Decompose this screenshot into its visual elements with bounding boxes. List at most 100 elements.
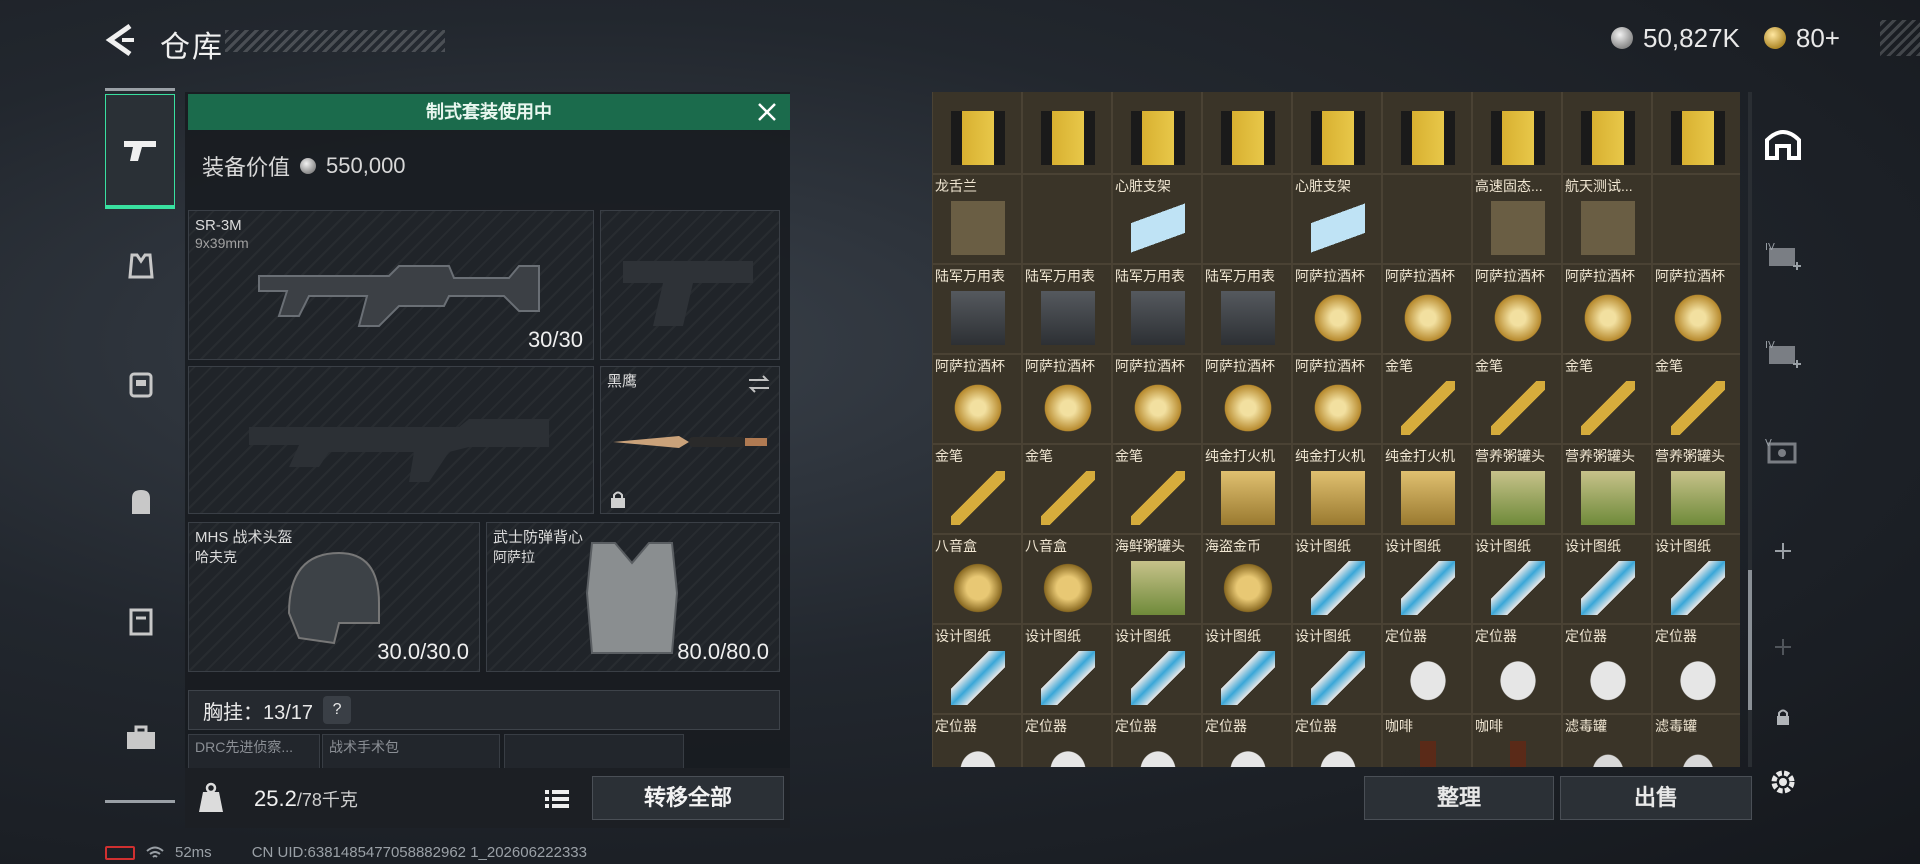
help-button[interactable]: ?: [323, 696, 352, 724]
storage-item[interactable]: 金笔: [1472, 354, 1562, 444]
storage-item[interactable]: [1112, 92, 1202, 174]
storage-item[interactable]: [1652, 174, 1740, 264]
storage-item[interactable]: 纯金打火机: [1202, 444, 1292, 534]
pistol-slot[interactable]: [600, 210, 780, 360]
back-arrow-icon[interactable]: [100, 20, 140, 60]
storage-item[interactable]: 设计图纸: [1382, 534, 1472, 624]
storage-item[interactable]: 阿萨拉酒杯: [1112, 354, 1202, 444]
sort-button[interactable]: 整理: [1364, 776, 1554, 820]
storage-item[interactable]: 设计图纸: [1652, 534, 1740, 624]
storage-item[interactable]: [1292, 92, 1382, 174]
storage-item[interactable]: 设计图纸: [1472, 534, 1562, 624]
storage-item[interactable]: 滤毒罐: [1652, 714, 1740, 767]
storage-item[interactable]: [1382, 174, 1472, 264]
storage-item[interactable]: 阿萨拉酒杯: [1202, 354, 1292, 444]
storage-item[interactable]: 设计图纸: [1292, 624, 1382, 714]
nav-backpack[interactable]: [113, 474, 169, 530]
storage-item[interactable]: 心脏支架: [1112, 174, 1202, 264]
storage-item[interactable]: 陆军万用表: [1022, 264, 1112, 354]
currency-2-value[interactable]: 80+: [1796, 23, 1840, 54]
storage-item[interactable]: 咖啡: [1472, 714, 1562, 767]
armor-slot[interactable]: 武士防弹背心 阿萨拉 80.0/80.0: [486, 522, 780, 672]
settings-button[interactable]: [1758, 757, 1808, 807]
nav-armor[interactable]: [113, 238, 169, 294]
storage-item[interactable]: 滤毒罐: [1562, 714, 1652, 767]
sell-button[interactable]: 出售: [1560, 776, 1752, 820]
storage-item[interactable]: 阿萨拉酒杯: [1562, 264, 1652, 354]
rig-item[interactable]: [504, 734, 684, 770]
storage-item[interactable]: 金笔: [932, 444, 1022, 534]
storage-item[interactable]: 设计图纸: [1022, 624, 1112, 714]
storage-item[interactable]: 纯金打火机: [1382, 444, 1472, 534]
storage-item[interactable]: 阿萨拉酒杯: [1652, 264, 1740, 354]
storage-item[interactable]: [1652, 92, 1740, 174]
storage-item[interactable]: 阿萨拉酒杯: [1472, 264, 1562, 354]
storage-item[interactable]: 阿萨拉酒杯: [1382, 264, 1472, 354]
storage-home-button[interactable]: [1758, 117, 1808, 167]
storage-item[interactable]: [1202, 174, 1292, 264]
nav-chest-rig[interactable]: [113, 356, 169, 412]
storage-item[interactable]: 定位器: [1652, 624, 1740, 714]
storage-item[interactable]: 设计图纸: [1202, 624, 1292, 714]
storage-item[interactable]: 定位器: [1292, 714, 1382, 767]
extension-slot-iv-1[interactable]: IV: [1758, 232, 1808, 282]
storage-item[interactable]: [1562, 92, 1652, 174]
storage-item[interactable]: 设计图纸: [1562, 534, 1652, 624]
chest-rig-bar[interactable]: 胸挂：13/17 ?: [188, 690, 780, 730]
storage-item[interactable]: [1022, 174, 1112, 264]
extension-slot-iv-2[interactable]: IV: [1758, 330, 1808, 380]
close-icon[interactable]: [752, 97, 782, 127]
storage-item[interactable]: 金笔: [1112, 444, 1202, 534]
storage-item[interactable]: [1472, 92, 1562, 174]
storage-item[interactable]: 金笔: [1382, 354, 1472, 444]
nav-toolbox[interactable]: [113, 710, 169, 766]
primary-weapon-slot[interactable]: SR-3M 9x39mm 30/30: [188, 210, 594, 360]
storage-item[interactable]: 定位器: [1112, 714, 1202, 767]
helmet-slot[interactable]: MHS 战术头盔 哈夫克 30.0/30.0: [188, 522, 480, 672]
swap-icon[interactable]: [747, 375, 771, 393]
storage-item[interactable]: 八音盒: [932, 534, 1022, 624]
storage-item[interactable]: 设计图纸: [1292, 534, 1382, 624]
storage-item[interactable]: 设计图纸: [932, 624, 1022, 714]
storage-item[interactable]: 陆军万用表: [1112, 264, 1202, 354]
storage-item[interactable]: 营养粥罐头: [1472, 444, 1562, 534]
storage-item[interactable]: 咖啡: [1382, 714, 1472, 767]
extension-slot-v[interactable]: V: [1758, 428, 1808, 478]
rig-item[interactable]: 战术手术包: [322, 734, 500, 770]
storage-item[interactable]: [932, 92, 1022, 174]
storage-item[interactable]: 设计图纸: [1112, 624, 1202, 714]
list-icon[interactable]: [540, 782, 574, 816]
rig-item[interactable]: DRC先进侦察...: [188, 734, 320, 770]
transfer-all-button[interactable]: 转移全部: [592, 776, 784, 820]
storage-item[interactable]: 定位器: [932, 714, 1022, 767]
storage-item[interactable]: 高速固态...: [1472, 174, 1562, 264]
storage-item[interactable]: 纯金打火机: [1292, 444, 1382, 534]
add-slot-button[interactable]: [1758, 526, 1808, 576]
nav-case[interactable]: [113, 592, 169, 648]
storage-item[interactable]: 定位器: [1022, 714, 1112, 767]
storage-item[interactable]: [1022, 92, 1112, 174]
storage-item[interactable]: 定位器: [1202, 714, 1292, 767]
storage-item[interactable]: 陆军万用表: [932, 264, 1022, 354]
melee-slot[interactable]: 黑鹰: [600, 366, 780, 514]
storage-item[interactable]: 心脏支架: [1292, 174, 1382, 264]
storage-item[interactable]: 海盗金币: [1202, 534, 1292, 624]
storage-item[interactable]: 金笔: [1022, 444, 1112, 534]
storage-item[interactable]: 定位器: [1562, 624, 1652, 714]
storage-item[interactable]: 定位器: [1382, 624, 1472, 714]
scrollbar-thumb[interactable]: [1748, 570, 1752, 710]
storage-item[interactable]: 营养粥罐头: [1562, 444, 1652, 534]
storage-item[interactable]: 营养粥罐头: [1652, 444, 1740, 534]
storage-item[interactable]: 阿萨拉酒杯: [1022, 354, 1112, 444]
nav-weapon[interactable]: [105, 94, 175, 209]
storage-item[interactable]: 八音盒: [1022, 534, 1112, 624]
storage-item[interactable]: 金笔: [1652, 354, 1740, 444]
storage-item[interactable]: 陆军万用表: [1202, 264, 1292, 354]
storage-item[interactable]: 阿萨拉酒杯: [1292, 264, 1382, 354]
storage-item[interactable]: 航天测试...: [1562, 174, 1652, 264]
storage-item[interactable]: 定位器: [1472, 624, 1562, 714]
storage-item[interactable]: 海鲜粥罐头: [1112, 534, 1202, 624]
storage-item[interactable]: [1382, 92, 1472, 174]
storage-item[interactable]: 阿萨拉酒杯: [932, 354, 1022, 444]
storage-item[interactable]: 金笔: [1562, 354, 1652, 444]
